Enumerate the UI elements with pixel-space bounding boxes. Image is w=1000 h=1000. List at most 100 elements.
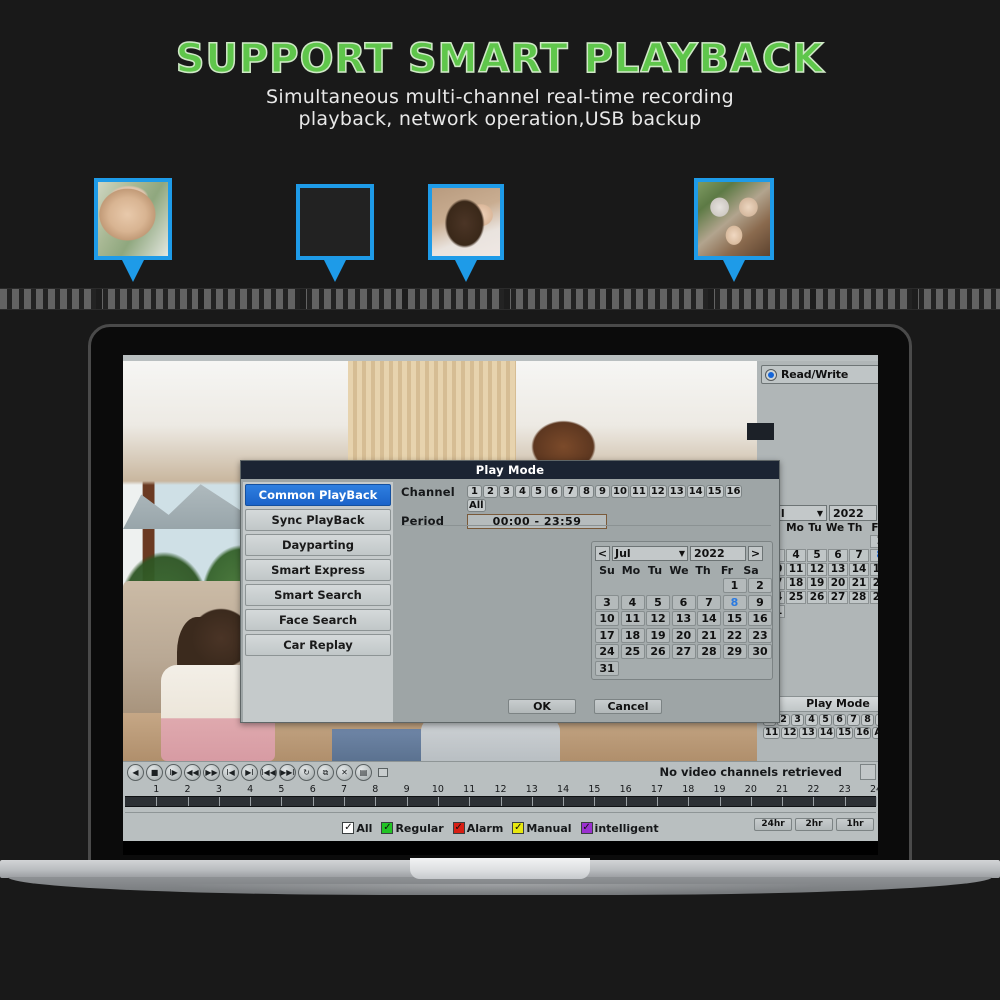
panel-channel-chip-16[interactable]: 16 bbox=[854, 727, 872, 739]
prev-file-button[interactable]: I◀◀ bbox=[260, 764, 277, 781]
panel-channel-chip-13[interactable]: 13 bbox=[799, 727, 817, 739]
zoom-button-1hr[interactable]: 1hr bbox=[836, 818, 874, 831]
bg-calendar-day-18[interactable]: 18 bbox=[786, 577, 806, 590]
calendar-day-8[interactable]: 8 bbox=[722, 594, 747, 610]
checkbox-alarm-icon[interactable]: ✓ bbox=[452, 822, 465, 834]
calendar-day-2[interactable]: 2 bbox=[748, 578, 772, 593]
legend-item-alarm[interactable]: ✓ Alarm bbox=[452, 822, 503, 835]
calendar-day-19[interactable]: 19 bbox=[646, 627, 670, 643]
bg-calendar-day-25[interactable]: 25 bbox=[786, 591, 806, 604]
panel-channel-chip-6[interactable]: 6 bbox=[833, 714, 846, 726]
background-calendar[interactable]: Jul ▼ 2022 uMoTuWeThF 123456789101112131… bbox=[765, 505, 878, 618]
next-frame-button[interactable]: ▶I bbox=[241, 764, 258, 781]
bg-calendar-day-26[interactable]: 26 bbox=[807, 591, 827, 604]
prev-frame-button[interactable]: I◀ bbox=[222, 764, 239, 781]
calendar-day-1[interactable]: 1 bbox=[722, 578, 747, 593]
calendar-next-button[interactable]: > bbox=[748, 546, 763, 561]
next-file-button[interactable]: ▶▶I bbox=[279, 764, 296, 781]
calendar-day-14[interactable]: 14 bbox=[697, 611, 721, 626]
calendar-day-26[interactable]: 26 bbox=[646, 644, 670, 659]
thumb-family-group[interactable] bbox=[694, 178, 774, 260]
calendar-day-22[interactable]: 22 bbox=[722, 627, 747, 643]
checkbox-all-icon[interactable]: ✓ bbox=[342, 822, 355, 834]
checkbox-regular-icon[interactable]: ✓ bbox=[381, 822, 394, 834]
bg-calendar-day-27[interactable]: 27 bbox=[828, 591, 848, 604]
mode-button-smart-search[interactable]: Smart Search bbox=[245, 584, 391, 606]
calendar-day-23[interactable]: 23 bbox=[748, 627, 772, 643]
fast-forward-button[interactable]: ▶▶ bbox=[203, 764, 220, 781]
channel-chip-1[interactable]: 1 bbox=[467, 485, 482, 498]
radio-selected-icon[interactable] bbox=[765, 368, 777, 381]
bg-calendar-day-4[interactable]: 4 bbox=[786, 549, 806, 562]
panel-channel-chip-11[interactable]: 11 bbox=[763, 727, 781, 739]
channel-chip-8[interactable]: 8 bbox=[579, 485, 594, 498]
calendar-day-13[interactable]: 13 bbox=[671, 611, 696, 626]
channel-chip-7[interactable]: 7 bbox=[563, 485, 578, 498]
panel-channel-chip-7[interactable]: 7 bbox=[847, 714, 860, 726]
channel-chip-11[interactable]: 11 bbox=[629, 485, 648, 498]
calendar-day-16[interactable]: 16 bbox=[748, 611, 772, 626]
bg-calendar-day-22[interactable]: 22 bbox=[870, 577, 878, 590]
calendar-day-10[interactable]: 10 bbox=[595, 611, 619, 626]
legend-item-manual[interactable]: ✓ Manual bbox=[512, 822, 572, 835]
bg-calendar-day-14[interactable]: 14 bbox=[849, 563, 869, 576]
mode-button-smart-express[interactable]: Smart Express bbox=[245, 559, 391, 581]
calendar-prev-button[interactable]: < bbox=[595, 546, 610, 561]
calendar-day-21[interactable]: 21 bbox=[697, 627, 721, 643]
panel-channel-chip-4[interactable]: 4 bbox=[805, 714, 818, 726]
channel-chip-13[interactable]: 13 bbox=[667, 485, 686, 498]
cancel-button[interactable]: Cancel bbox=[594, 699, 662, 714]
calendar-day-29[interactable]: 29 bbox=[722, 644, 747, 659]
bg-calendar-day-13[interactable]: 13 bbox=[828, 563, 848, 576]
calendar-day-30[interactable]: 30 bbox=[748, 644, 772, 659]
thumb-elderly-man[interactable] bbox=[94, 178, 172, 260]
bg-calendar-day-12[interactable]: 12 bbox=[807, 563, 827, 576]
play-reverse-button[interactable]: ◀ bbox=[127, 764, 144, 781]
channel-chip-16[interactable]: 16 bbox=[724, 485, 743, 498]
checkbox-intelligent-icon[interactable]: ✓ bbox=[580, 822, 593, 834]
thumb-girl-profile[interactable] bbox=[428, 184, 504, 260]
bg-calendar-day-21[interactable]: 21 bbox=[849, 577, 869, 590]
channel-chip-9[interactable]: 9 bbox=[595, 485, 610, 498]
panel-channel-chip-9[interactable]: 9 bbox=[875, 714, 878, 726]
bg-calendar-day-20[interactable]: 20 bbox=[828, 577, 848, 590]
channel-chip-14[interactable]: 14 bbox=[686, 485, 705, 498]
readwrite-radio-row[interactable]: Read/Write bbox=[761, 365, 878, 384]
background-year-field[interactable]: 2022 bbox=[829, 505, 877, 521]
bg-calendar-day-1[interactable]: 1 bbox=[870, 535, 878, 548]
calendar-day-31[interactable]: 31 bbox=[595, 660, 619, 676]
status-indicator-box[interactable] bbox=[860, 764, 876, 780]
channel-chip-all[interactable]: All bbox=[467, 499, 486, 512]
ok-button[interactable]: OK bbox=[508, 699, 576, 714]
bg-calendar-day-15[interactable]: 15 bbox=[870, 563, 878, 576]
calendar-month-select[interactable]: Jul ▼ bbox=[612, 546, 688, 561]
zoom-button-2hr[interactable]: 2hr bbox=[795, 818, 833, 831]
channel-chip-12[interactable]: 12 bbox=[648, 485, 667, 498]
fullscreen-toggle[interactable] bbox=[378, 768, 388, 777]
period-input[interactable]: 00:00 - 23:59 bbox=[467, 514, 607, 529]
panel-channel-chip-3[interactable]: 3 bbox=[791, 714, 804, 726]
bg-calendar-day-7[interactable]: 7 bbox=[849, 549, 869, 562]
channel-chip-10[interactable]: 10 bbox=[611, 485, 629, 498]
calendar-day-15[interactable]: 15 bbox=[722, 611, 747, 626]
channel-chip-2[interactable]: 2 bbox=[483, 485, 498, 498]
calendar-day-9[interactable]: 9 bbox=[748, 594, 772, 610]
rewind-button[interactable]: ◀◀ bbox=[184, 764, 201, 781]
channel-chip-4[interactable]: 4 bbox=[515, 485, 530, 498]
bg-calendar-day-29[interactable]: 29 bbox=[870, 591, 878, 604]
stop-button[interactable]: ■ bbox=[146, 764, 163, 781]
calendar-day-3[interactable]: 3 bbox=[595, 594, 619, 610]
calendar-day-18[interactable]: 18 bbox=[620, 627, 645, 643]
bg-calendar-day-11[interactable]: 11 bbox=[786, 563, 806, 576]
calendar-day-12[interactable]: 12 bbox=[646, 611, 670, 626]
bg-calendar-day-6[interactable]: 6 bbox=[828, 549, 848, 562]
bg-calendar-day-19[interactable]: 19 bbox=[807, 577, 827, 590]
mode-button-car-replay[interactable]: Car Replay bbox=[245, 634, 391, 656]
panel-channel-chip-14[interactable]: 14 bbox=[817, 727, 835, 739]
bg-calendar-day-8[interactable]: 8 bbox=[870, 549, 878, 562]
mode-button-sync-playback[interactable]: Sync PlayBack bbox=[245, 509, 391, 531]
legend-item-all[interactable]: ✓ All bbox=[342, 822, 372, 835]
panel-channel-chip-5[interactable]: 5 bbox=[819, 714, 832, 726]
close-button[interactable]: ✕ bbox=[336, 764, 353, 781]
mode-button-common-playback[interactable]: Common PlayBack bbox=[245, 484, 391, 506]
